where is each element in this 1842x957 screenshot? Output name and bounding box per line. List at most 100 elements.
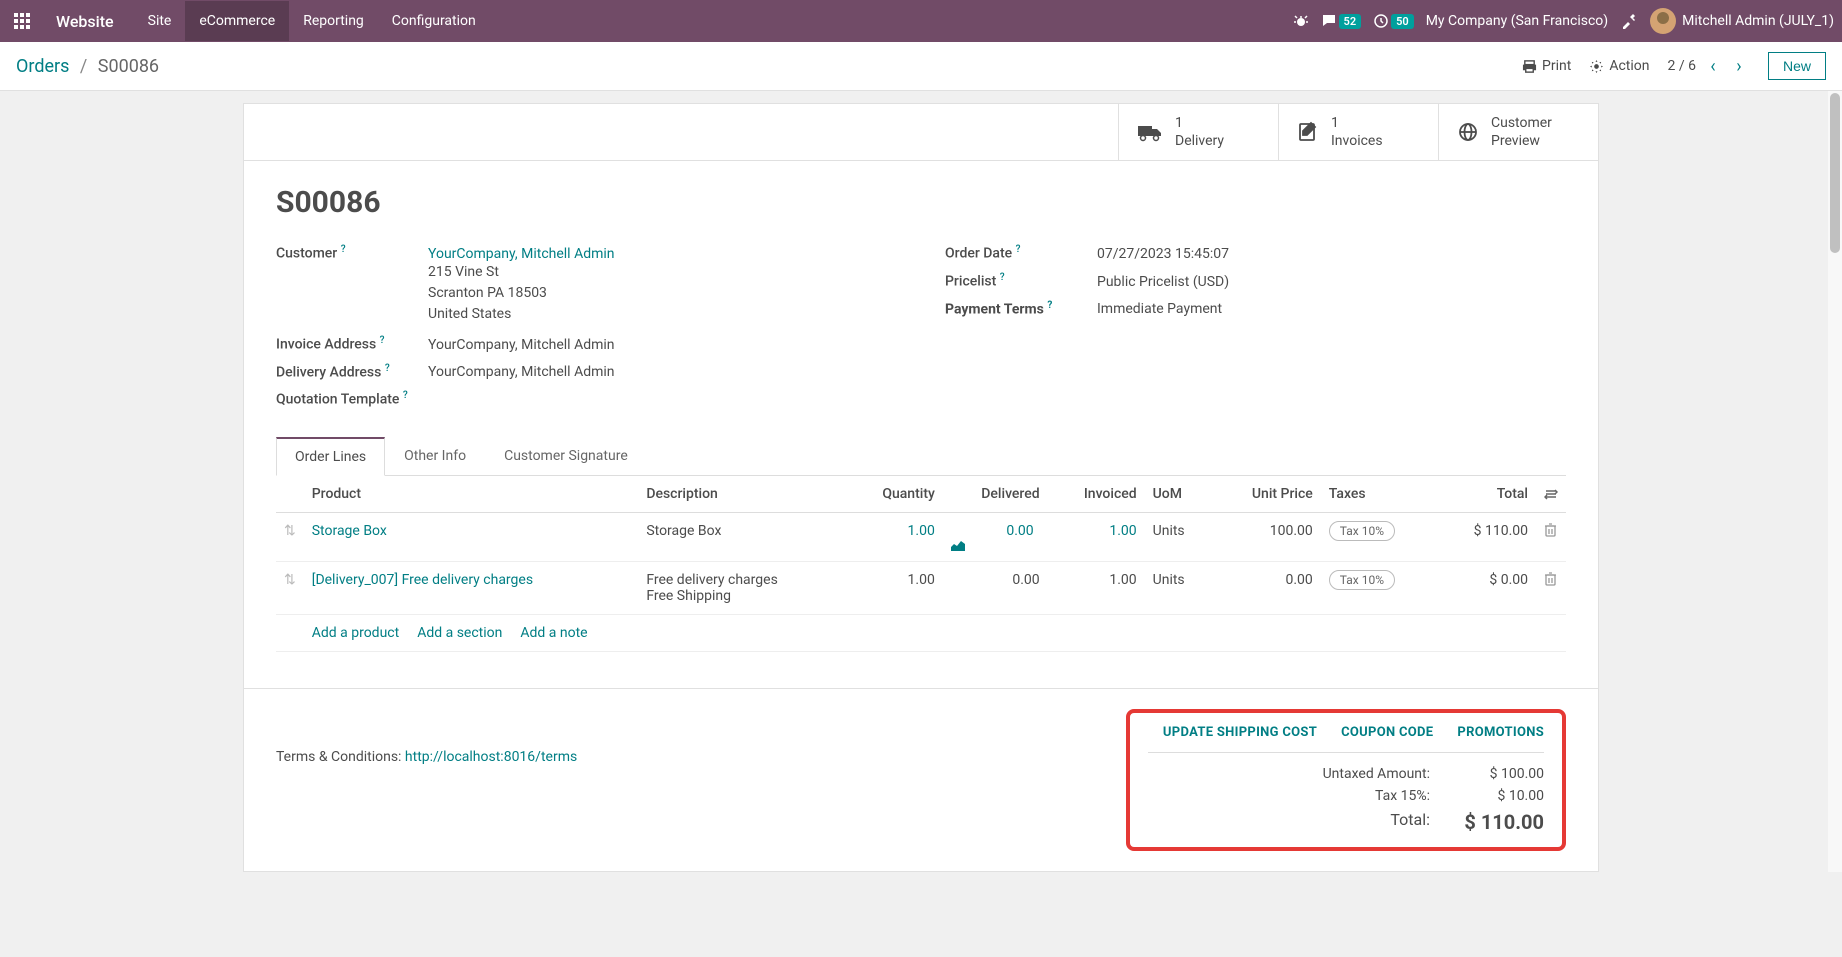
delivered-cell[interactable]: 0.00 (943, 562, 1048, 615)
print-button[interactable]: Print (1522, 58, 1571, 74)
pager-prev-icon[interactable]: ‹ (1702, 55, 1724, 77)
globe-icon (1457, 121, 1479, 143)
column-header[interactable]: Invoiced (1048, 476, 1145, 513)
help-icon[interactable]: ? (1047, 300, 1052, 311)
new-button[interactable]: New (1768, 52, 1826, 80)
totals-action-promotions[interactable]: PROMOTIONS (1457, 725, 1544, 740)
add-note-link[interactable]: Add a note (520, 625, 587, 641)
terms-link[interactable]: http://localhost:8016/terms (405, 749, 577, 765)
invoiced-cell[interactable]: 1.00 (1048, 513, 1145, 562)
tab-order-lines[interactable]: Order Lines (276, 437, 385, 476)
clock-icon[interactable]: 50 (1373, 13, 1414, 29)
column-header[interactable]: Unit Price (1212, 476, 1320, 513)
scrollbar[interactable] (1828, 91, 1842, 872)
company-selector[interactable]: My Company (San Francisco) (1426, 13, 1608, 29)
stat-button-delivery[interactable]: 1Delivery (1118, 104, 1278, 160)
invoiced-cell[interactable]: 1.00 (1048, 562, 1145, 615)
help-icon[interactable]: ? (1016, 244, 1021, 255)
top-navbar: Website SiteeCommerceReportingConfigurat… (0, 0, 1842, 42)
apps-icon[interactable] (8, 7, 36, 35)
unit-price-cell[interactable]: 0.00 (1212, 562, 1320, 615)
invoice-address-label: Invoice Address ? (276, 335, 428, 353)
order-title: S00086 (276, 185, 1566, 220)
trash-icon[interactable] (1544, 523, 1558, 537)
column-header[interactable]: Delivered (943, 476, 1048, 513)
total-label: Total: (1390, 810, 1430, 834)
description-cell[interactable]: Free delivery chargesFree Shipping (638, 562, 846, 615)
breadcrumb-current: S00086 (98, 56, 159, 77)
column-header[interactable]: Taxes (1321, 476, 1437, 513)
drag-handle-icon[interactable]: ⇅ (276, 562, 304, 615)
help-icon[interactable]: ? (385, 363, 390, 374)
total-value: $ 110.00 (1454, 810, 1544, 834)
avatar-icon (1650, 8, 1676, 34)
table-row[interactable]: ⇅Storage BoxStorage Box1.000.00 1.00Unit… (276, 513, 1566, 562)
description-cell[interactable]: Storage Box (638, 513, 846, 562)
pricelist-value[interactable]: Public Pricelist (USD) (1097, 274, 1229, 290)
customer-address: 215 Vine StScranton PA 18503United State… (428, 262, 615, 325)
help-icon[interactable]: ? (403, 390, 408, 401)
unit-price-cell[interactable]: 100.00 (1212, 513, 1320, 562)
product-link[interactable]: Storage Box (312, 523, 387, 539)
trash-icon[interactable] (1544, 572, 1558, 586)
pencil-icon (1297, 121, 1319, 143)
truck-icon (1137, 122, 1163, 142)
nav-item-site[interactable]: Site (134, 1, 186, 41)
breadcrumb-parent[interactable]: Orders (16, 56, 69, 77)
user-name: Mitchell Admin (JULY_1) (1682, 13, 1834, 29)
uom-cell[interactable]: Units (1145, 562, 1213, 615)
terms-conditions: Terms & Conditions: http://localhost:801… (276, 709, 1126, 851)
help-icon[interactable]: ? (341, 244, 346, 255)
column-options-icon[interactable] (1544, 487, 1558, 501)
payment-terms-value[interactable]: Immediate Payment (1097, 301, 1222, 317)
drag-handle-icon[interactable]: ⇅ (276, 513, 304, 562)
uom-cell[interactable]: Units (1145, 513, 1213, 562)
delivery-address-label: Delivery Address ? (276, 363, 428, 381)
nav-item-reporting[interactable]: Reporting (289, 1, 378, 41)
invoice-address-value[interactable]: YourCompany, Mitchell Admin (428, 337, 615, 353)
user-menu[interactable]: Mitchell Admin (JULY_1) (1650, 8, 1834, 34)
pager-next-icon[interactable]: › (1728, 55, 1750, 77)
stat-button-customer[interactable]: CustomerPreview (1438, 104, 1598, 160)
taxes-cell[interactable]: Tax 10% (1321, 513, 1437, 562)
order-date-value[interactable]: 07/27/2023 15:45:07 (1097, 246, 1229, 262)
column-header[interactable]: Product (304, 476, 639, 513)
chat-icon[interactable]: 52 (1321, 13, 1362, 29)
totals-action-update-shipping-cost[interactable]: UPDATE SHIPPING COST (1163, 725, 1317, 740)
totals-action-coupon-code[interactable]: COUPON CODE (1341, 725, 1433, 740)
column-header[interactable]: Description (638, 476, 846, 513)
quantity-cell[interactable]: 1.00 (846, 562, 943, 615)
bug-icon[interactable] (1293, 13, 1309, 29)
chart-icon[interactable] (951, 539, 1040, 551)
pricelist-label: Pricelist ? (945, 272, 1097, 290)
chat-badge: 52 (1339, 14, 1362, 29)
product-link[interactable]: [Delivery_007] Free delivery charges (312, 572, 533, 588)
add-product-link[interactable]: Add a product (312, 625, 399, 641)
delivered-cell[interactable]: 0.00 (943, 513, 1048, 562)
action-button[interactable]: Action (1589, 58, 1649, 74)
stat-button-invoices[interactable]: 1Invoices (1278, 104, 1438, 160)
nav-item-ecommerce[interactable]: eCommerce (185, 1, 289, 41)
total-cell: $ 110.00 (1437, 513, 1536, 562)
app-title[interactable]: Website (40, 12, 130, 31)
delivery-address-value[interactable]: YourCompany, Mitchell Admin (428, 364, 615, 380)
customer-link[interactable]: YourCompany, Mitchell Admin (428, 246, 615, 262)
help-icon[interactable]: ? (1000, 272, 1005, 283)
tab-other-info[interactable]: Other Info (385, 437, 485, 476)
tab-customer-signature[interactable]: Customer Signature (485, 437, 647, 476)
quantity-cell[interactable]: 1.00 (846, 513, 943, 562)
form-sheet: 1Delivery1InvoicesCustomerPreview S00086… (243, 103, 1599, 872)
add-section-link[interactable]: Add a section (417, 625, 502, 641)
customer-label: Customer ? (276, 244, 428, 262)
clock-badge: 50 (1391, 14, 1414, 29)
breadcrumb: Orders / S00086 (16, 56, 159, 77)
table-row[interactable]: ⇅ [Delivery_007] Free delivery charges Fre… (276, 562, 1566, 615)
taxes-cell[interactable]: Tax 10% (1321, 562, 1437, 615)
tools-icon[interactable] (1620, 12, 1638, 30)
nav-item-configuration[interactable]: Configuration (378, 1, 490, 41)
help-icon[interactable]: ? (380, 335, 385, 346)
tabs: Order LinesOther InfoCustomer Signature (276, 436, 1566, 476)
column-header[interactable]: Quantity (846, 476, 943, 513)
column-header[interactable]: Total (1437, 476, 1536, 513)
column-header[interactable]: UoM (1145, 476, 1213, 513)
